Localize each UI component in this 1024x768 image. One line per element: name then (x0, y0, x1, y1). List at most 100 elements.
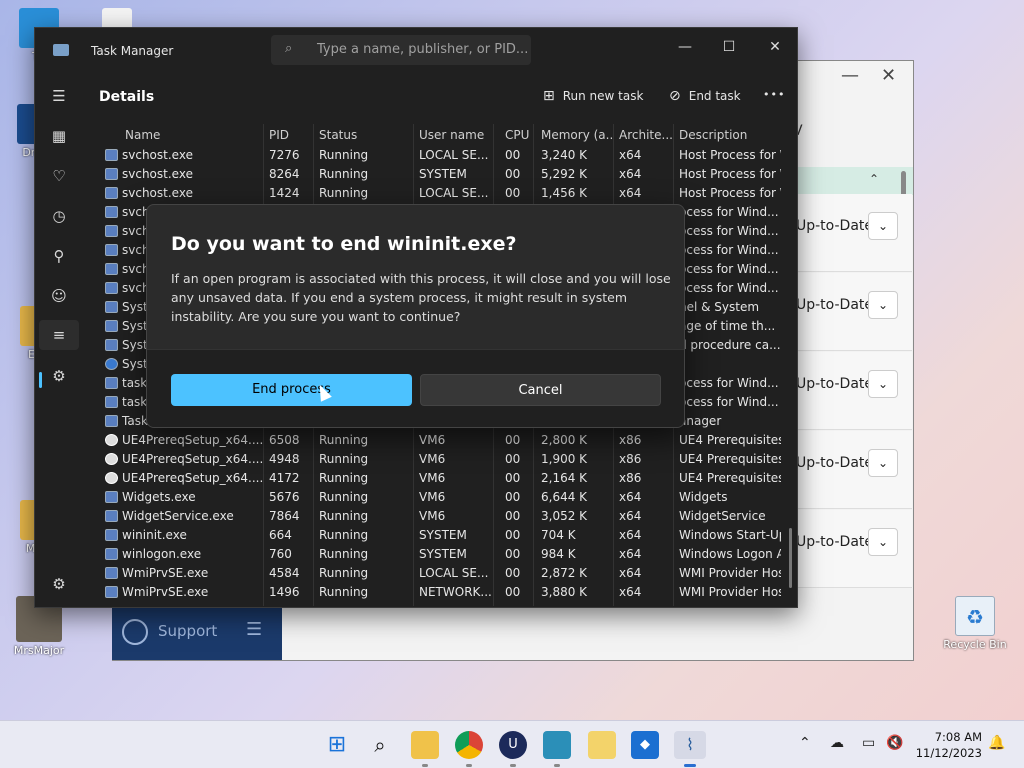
table-row[interactable]: WmiPrvSE.exe 4584 Running LOCAL SE... 00 2,87… (87, 564, 781, 583)
background-status-row[interactable]: Up-to-Date ⌄ (792, 194, 912, 272)
notification-bell-icon[interactable]: 🔔 (988, 735, 1005, 751)
process-desc-cell: nel & System (679, 300, 760, 314)
process-user-cell: VM6 (419, 433, 446, 447)
background-status-row[interactable]: Up-to-Date ⌄ (792, 510, 912, 588)
system-clock[interactable]: 7:08 AM 11/12/2023 (912, 729, 982, 761)
desktop-icon-recycle-bin[interactable]: ♻ Recycle Bin (940, 596, 1010, 651)
clock-date: 11/12/2023 (915, 746, 982, 760)
process-status-cell: Running (319, 471, 369, 485)
chevron-up-icon[interactable]: ⌃ (799, 735, 811, 751)
startup-apps-icon[interactable]: ⚲ (47, 244, 71, 268)
column-header[interactable]: Description (679, 128, 781, 142)
process-name-cell: svchost.exe (105, 148, 265, 162)
end-task-button[interactable]: ⊘ End task (669, 88, 741, 104)
table-row[interactable]: UE4PrereqSetup_x64.... 4948 Running VM6 00 1,… (87, 450, 781, 469)
table-row[interactable]: wininit.exe 664 Running SYSTEM 00 704 Kx64 Win… (87, 526, 781, 545)
process-name-cell: wininit.exe (105, 528, 265, 542)
unreal-engine-icon[interactable]: U (499, 731, 527, 759)
process-name-cell: UE4PrereqSetup_x64.... (105, 452, 265, 466)
status-label: Up-to-Date (796, 534, 874, 550)
chevron-down-icon[interactable]: ⌄ (868, 212, 898, 240)
services-icon[interactable]: ⚙ (47, 364, 71, 388)
close-icon[interactable]: ✕ (881, 65, 896, 86)
table-row[interactable]: WidgetService.exe 7864 Running VM6 00 3,052 K… (87, 507, 781, 526)
column-header[interactable]: Memory (a... (541, 128, 613, 142)
process-name: wininit.exe (122, 528, 187, 542)
chevron-down-icon[interactable]: ⌄ (868, 449, 898, 477)
close-button[interactable]: ✕ (755, 34, 795, 60)
process-mem-cell: 984 K (541, 547, 576, 561)
table-row[interactable]: Widgets.exe 5676 Running VM6 00 6,644 Kx64 Wid… (87, 488, 781, 507)
column-header[interactable]: PID (269, 128, 315, 142)
background-status-row[interactable]: Up-to-Date ⌄ (792, 352, 912, 430)
column-header[interactable]: Archite... (619, 128, 675, 142)
background-group-header[interactable]: ⌃ (793, 167, 913, 195)
process-arch-cell: x64 (619, 509, 642, 523)
chevron-down-icon[interactable]: ⌄ (868, 291, 898, 319)
maximize-button[interactable]: ☐ (709, 34, 749, 60)
search-icon[interactable]: ⌕ (366, 731, 394, 759)
process-icon (105, 529, 118, 541)
more-options-button[interactable]: ••• (763, 88, 785, 101)
process-name: WidgetService.exe (122, 509, 234, 523)
chrome-icon[interactable] (455, 731, 483, 759)
cancel-button[interactable]: Cancel (420, 374, 661, 406)
app-history-icon[interactable]: ◷ (47, 204, 71, 228)
process-pid-cell: 6508 (269, 433, 300, 447)
end-process-button[interactable]: End process (171, 374, 412, 406)
processes-icon[interactable]: ▦ (47, 124, 71, 148)
process-pid-cell: 664 (269, 528, 292, 542)
table-row[interactable]: svchost.exe 7276 Running LOCAL SE... 00 3,240… (87, 146, 781, 165)
table-row[interactable]: WmiPrvSE.exe 1496 Running NETWORK... 00 3,880… (87, 583, 781, 602)
blue-app-icon[interactable]: ◆ (631, 731, 659, 759)
table-row[interactable]: svchost.exe 8264 Running SYSTEM 00 5,292 Kx64… (87, 165, 781, 184)
process-name: UE4PrereqSetup_x64.... (122, 471, 264, 485)
notepad-icon[interactable] (588, 731, 616, 759)
volume-muted-icon[interactable]: 🔇 (886, 735, 903, 751)
search-input[interactable]: ⌕ Type a name, publisher, or PID... (271, 35, 531, 65)
chevron-down-icon[interactable]: ⌄ (868, 528, 898, 556)
process-desc-cell: Widgets (679, 490, 728, 504)
process-arch-cell: x64 (619, 167, 642, 181)
process-status-cell: Running (319, 547, 369, 561)
process-pid-cell: 7276 (269, 148, 300, 162)
minimize-icon[interactable]: — (841, 65, 859, 86)
process-mem-cell: 5,292 K (541, 167, 588, 181)
minimize-button[interactable]: — (665, 34, 705, 60)
process-desc-cell: Windows Start-Up Ap... (679, 528, 781, 542)
file-explorer-icon[interactable] (411, 731, 439, 759)
table-row[interactable]: UE4PrereqSetup_x64.... 6508 Running VM6 00 2,… (87, 431, 781, 450)
process-status-cell: Running (319, 490, 369, 504)
support-button[interactable]: Support ☰ (112, 607, 282, 660)
users-icon[interactable]: ☺ (47, 284, 71, 308)
table-row[interactable]: svchost.exe 1424 Running LOCAL SE... 00 1,456… (87, 184, 781, 203)
process-pid-cell: 1496 (269, 585, 300, 599)
table-scrollbar[interactable] (789, 528, 792, 588)
running-indicator (422, 764, 428, 767)
table-row[interactable]: UE4PrereqSetup_x64.... 4172 Running VM6 00 2,… (87, 469, 781, 488)
process-desc-cell: Host Process for Wind... (679, 186, 781, 200)
details-icon[interactable]: ≡ (39, 320, 79, 350)
column-header[interactable]: User name (419, 128, 501, 142)
chevron-down-icon[interactable]: ⌄ (868, 370, 898, 398)
remote-desktop-icon[interactable] (543, 731, 571, 759)
background-status-row[interactable]: Up-to-Date ⌄ (792, 273, 912, 351)
hamburger-menu-icon[interactable]: ☰ (47, 84, 71, 108)
run-new-task-button[interactable]: ⊞ Run new task (543, 88, 643, 104)
process-pid-cell: 7864 (269, 509, 300, 523)
table-row[interactable]: winlogon.exe 760 Running SYSTEM 00 984 Kx64 Wi… (87, 545, 781, 564)
settings-icon[interactable]: ⚙ (47, 572, 71, 596)
process-icon (105, 567, 118, 579)
column-header[interactable]: Status (319, 128, 415, 142)
windows-start-icon[interactable]: ⊞ (323, 731, 351, 759)
search-placeholder: Type a name, publisher, or PID... (317, 42, 529, 57)
window-title: Task Manager (91, 44, 174, 58)
performance-icon[interactable]: ♡ (47, 164, 71, 188)
process-icon (105, 301, 118, 313)
menu-icon[interactable]: ☰ (246, 619, 262, 640)
cloud-offline-icon[interactable]: ☁ (830, 735, 844, 751)
task-manager-taskbar-icon[interactable]: ⌇ (674, 731, 706, 759)
display-icon[interactable]: ▭ (862, 735, 875, 751)
background-status-row[interactable]: Up-to-Date ⌄ (792, 431, 912, 509)
column-header[interactable]: Name (125, 128, 265, 142)
